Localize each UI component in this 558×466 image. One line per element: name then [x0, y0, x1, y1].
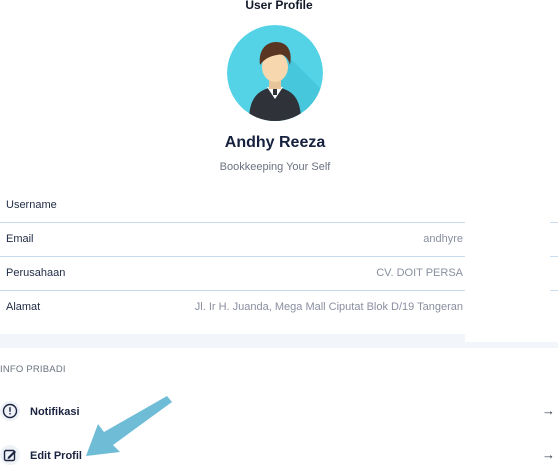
alert-circle-icon — [0, 401, 20, 421]
menu-item-label: Notifikasi — [30, 406, 80, 418]
overlay-panel — [465, 203, 558, 341]
divider — [550, 222, 558, 223]
info-label: Email — [6, 233, 34, 245]
divider — [550, 290, 558, 291]
avatar — [227, 25, 323, 121]
info-label: Perusahaan — [6, 267, 66, 279]
arrow-right-icon: → — [542, 447, 555, 462]
menu-item-notifications[interactable]: Notifikasi → — [0, 398, 558, 426]
info-label: Username — [6, 199, 57, 211]
overlay-panel-bottom — [465, 334, 558, 342]
section-title: INFO PRIBADI — [0, 364, 66, 375]
divider — [550, 256, 558, 257]
page-title: User Profile — [245, 0, 313, 12]
info-value: andhyre — [423, 233, 463, 245]
info-value: CV. DOIT PERSA — [376, 267, 463, 279]
edit-icon — [0, 445, 20, 465]
user-avatar-icon — [227, 25, 323, 121]
info-label: Alamat — [6, 301, 41, 313]
info-value: Jl. Ir H. Juanda, Mega Mall Ciputat Blok… — [194, 301, 463, 313]
profile-name: Andhy Reeza — [224, 134, 326, 151]
profile-subtitle: Bookkeeping Your Self — [219, 161, 331, 173]
menu-item-label: Edit Profil — [30, 450, 82, 462]
menu-item-edit-profile[interactable]: Edit Profil → — [0, 442, 558, 466]
arrow-right-icon: → — [542, 403, 555, 418]
